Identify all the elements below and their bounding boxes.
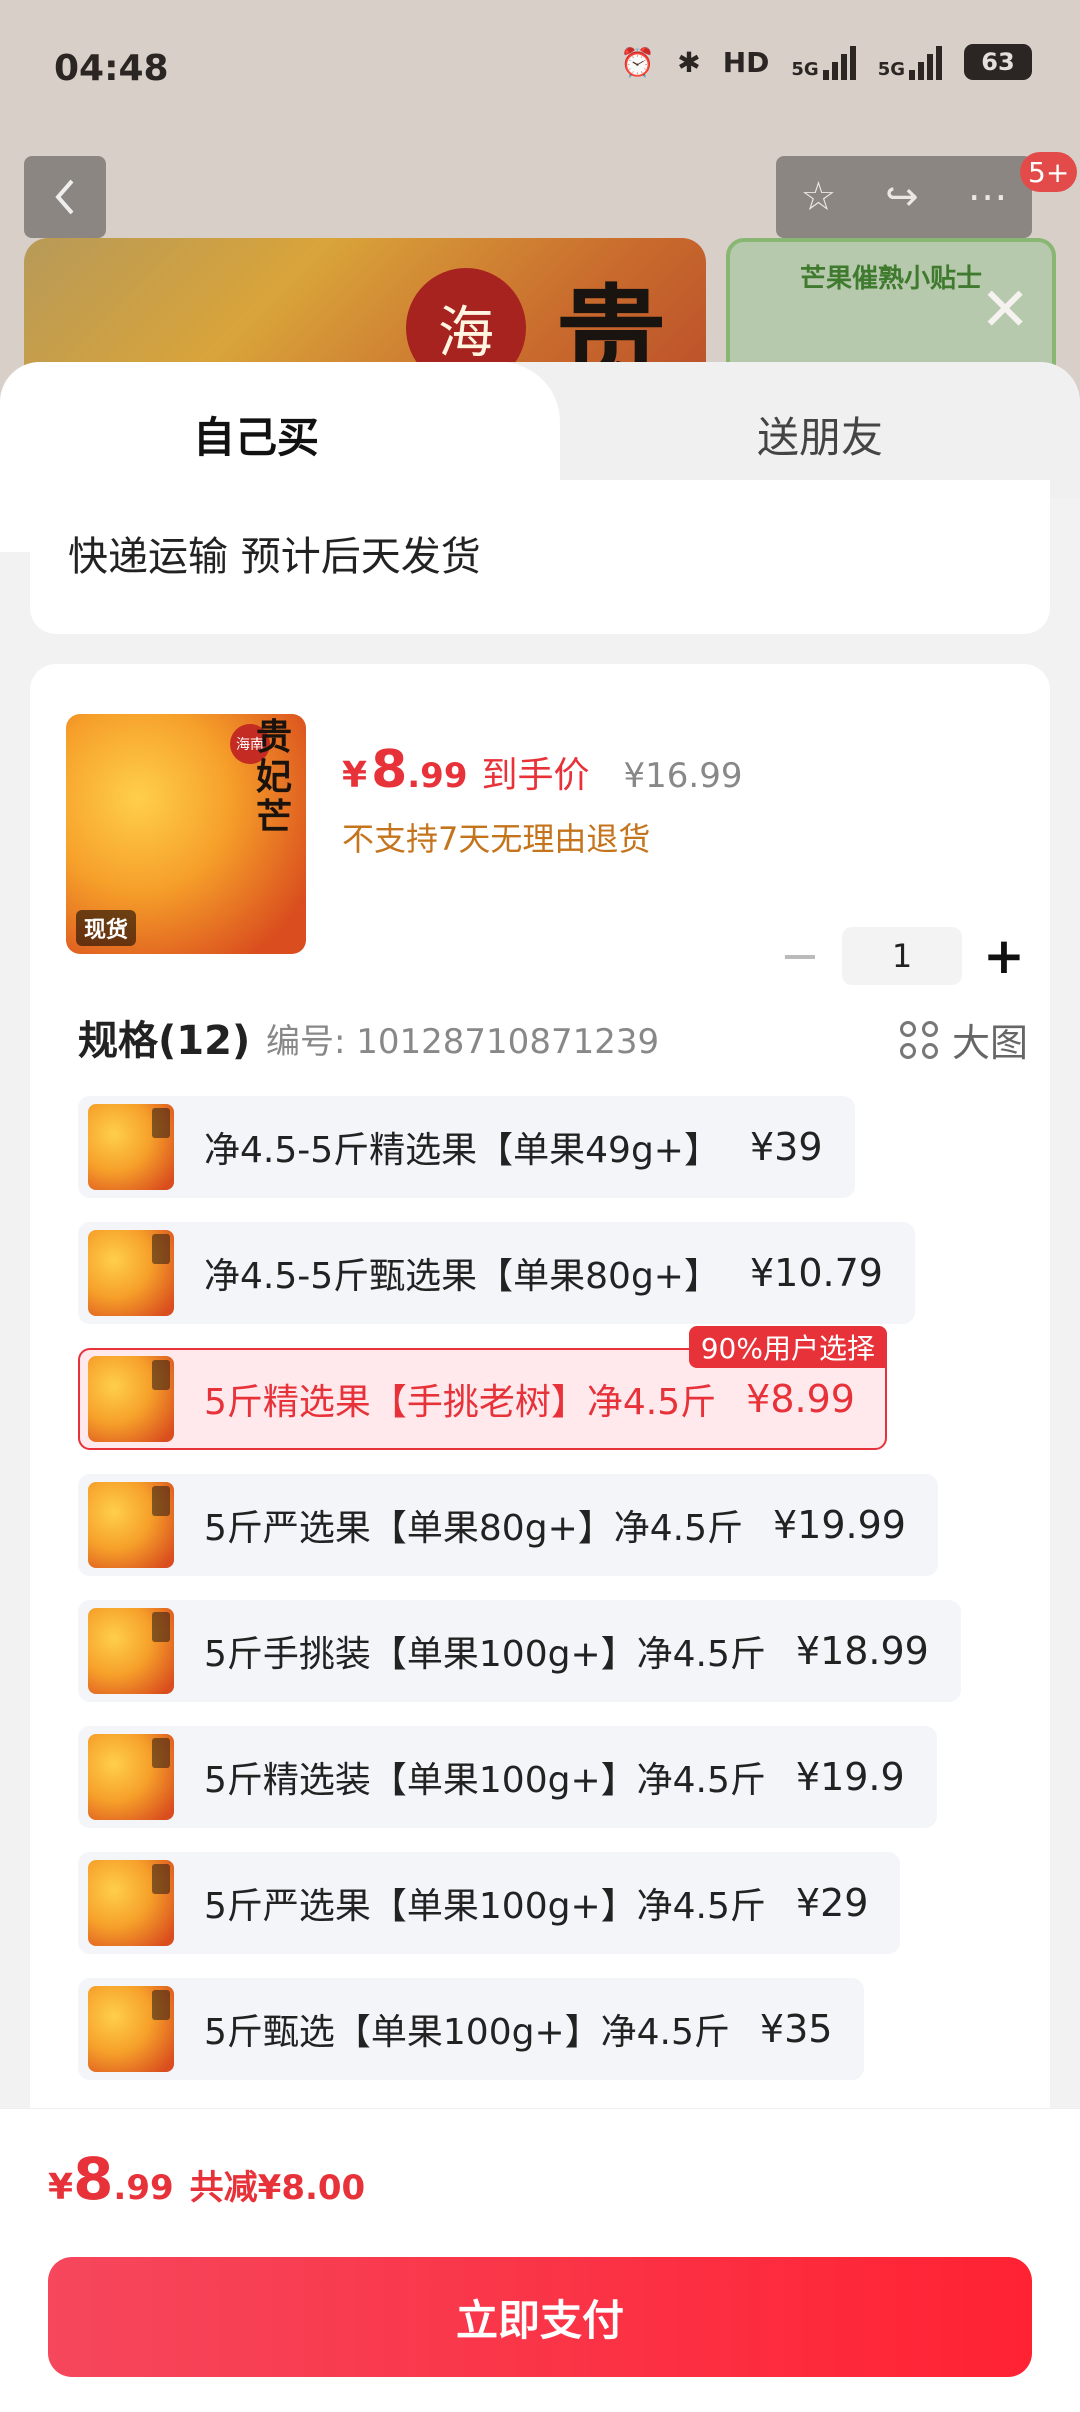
spec-option-price: ¥19.99 bbox=[772, 1503, 906, 1547]
purchase-sheet: 自己买 送朋友 快递运输 预计后天发货 海南 贵妃芒 现货 ¥ 8 .99 到手… bbox=[0, 362, 1080, 2412]
close-icon[interactable]: ✕ bbox=[980, 280, 1030, 340]
spec-option-name: 净4.5-5斤精选果【单果49g+】 bbox=[204, 1130, 720, 1171]
total-price: ¥ 8 .99 共减¥8.00 bbox=[48, 2145, 365, 2213]
spec-option-price: ¥39 bbox=[749, 1125, 823, 1169]
signal-5g-icon: 5G bbox=[791, 44, 856, 80]
spec-option-image bbox=[88, 1482, 174, 1568]
spec-option[interactable]: 净4.5-5斤精选果【单果49g+】 ¥39 bbox=[78, 1096, 855, 1198]
shipping-card: 快递运输 预计后天发货 bbox=[30, 480, 1050, 634]
tab-self-buy[interactable]: 自己买 bbox=[0, 404, 512, 465]
increase-button[interactable]: + bbox=[974, 926, 1034, 986]
spec-option-name: 5斤精选果【手挑老树】净4.5斤 bbox=[204, 1382, 717, 1423]
spec-option-name: 5斤严选果【单果80g+】净4.5斤 bbox=[204, 1508, 743, 1549]
price-currency: ¥ bbox=[342, 755, 368, 796]
quantity-input[interactable]: 1 bbox=[842, 927, 962, 985]
spec-option-image bbox=[88, 1734, 174, 1820]
total-decimal: .99 bbox=[113, 2168, 174, 2208]
product-code: 编号: 10128710871239 bbox=[266, 1022, 660, 1062]
spec-option-image bbox=[88, 1230, 174, 1316]
signal-5g-icon: 5G bbox=[878, 44, 942, 80]
spec-option-image bbox=[88, 1104, 174, 1190]
decrease-button[interactable]: − bbox=[770, 926, 830, 986]
price-decimal: .99 bbox=[407, 756, 468, 796]
star-icon[interactable]: ☆ bbox=[800, 174, 836, 220]
back-button[interactable] bbox=[24, 156, 106, 238]
spec-option-price: ¥18.99 bbox=[795, 1629, 929, 1673]
spec-option-price: ¥29 bbox=[795, 1881, 869, 1925]
shipping-text: 快递运输 预计后天发货 bbox=[68, 534, 481, 580]
popular-choice-badge: 90%用户选择 bbox=[688, 1326, 887, 1368]
chevron-left-icon bbox=[55, 179, 74, 215]
spec-option-price: ¥19.9 bbox=[795, 1755, 905, 1799]
spec-option[interactable]: 5斤手挑装【单果100g+】净4.5斤 ¥18.99 bbox=[78, 1600, 961, 1702]
spec-option-image bbox=[88, 1608, 174, 1694]
top-actions: ☆ ↪ ⋯ bbox=[776, 156, 1032, 238]
alarm-icon: ⏰ bbox=[620, 45, 656, 79]
total-saving: 共减¥8.00 bbox=[189, 2168, 366, 2208]
pay-now-button[interactable]: 立即支付 bbox=[48, 2257, 1032, 2377]
spec-option-name: 净4.5-5斤甄选果【单果80g+】 bbox=[204, 1256, 720, 1297]
spec-list: 净4.5-5斤精选果【单果49g+】 ¥39 净4.5-5斤甄选果【单果80g+】 ¥… bbox=[78, 1096, 1038, 2104]
status-icons: ⏰ ✱ HD 5G 5G 63 bbox=[620, 44, 1032, 80]
tab-gift-friend[interactable]: 送朋友 bbox=[560, 404, 1080, 465]
status-time: 04:48 bbox=[54, 48, 169, 89]
thumb-name: 贵妃芒 bbox=[256, 717, 293, 838]
big-view-button[interactable]: 大图 bbox=[899, 1012, 1028, 1067]
price-tag: 到手价 bbox=[481, 755, 590, 796]
spec-title: 规格(12) bbox=[78, 1018, 251, 1064]
spec-option[interactable]: 5斤精选果【手挑老树】净4.5斤 ¥8.99 90%用户选择 bbox=[78, 1326, 887, 1450]
network-label: 5G bbox=[877, 59, 905, 80]
bluetooth-icon: ✱ bbox=[677, 45, 701, 79]
return-policy: 不支持7天无理由退货 bbox=[342, 820, 651, 858]
notification-badge: 5+ bbox=[1020, 152, 1078, 192]
spec-option-name: 5斤严选果【单果100g+】净4.5斤 bbox=[204, 1886, 766, 1927]
spec-header: 规格(12) 编号: 10128710871239 大图 bbox=[78, 1008, 1028, 1068]
product-thumbnail[interactable]: 海南 贵妃芒 现货 bbox=[66, 714, 306, 954]
big-view-label: 大图 bbox=[951, 1021, 1028, 1065]
network-label: 5G bbox=[791, 59, 819, 80]
grid-icon bbox=[899, 1020, 938, 1059]
purchase-tabs: 自己买 送朋友 bbox=[0, 362, 1080, 552]
spec-option[interactable]: 净4.5-5斤甄选果【单果80g+】 ¥10.79 bbox=[78, 1222, 915, 1324]
checkout-bar: ¥ 8 .99 共减¥8.00 立即支付 bbox=[0, 2108, 1080, 2412]
spec-option-image bbox=[88, 1860, 174, 1946]
spec-option[interactable]: 5斤甄选【单果100g+】净4.5斤 ¥35 bbox=[78, 1978, 865, 2080]
spec-option-name: 5斤甄选【单果100g+】净4.5斤 bbox=[204, 2012, 730, 2053]
spec-option-image bbox=[88, 1356, 174, 1442]
status-bar: 04:48 ⏰ ✱ HD 5G 5G 63 bbox=[0, 0, 1080, 140]
spec-option-name: 5斤手挑装【单果100g+】净4.5斤 bbox=[204, 1634, 766, 1675]
total-currency: ¥ bbox=[48, 2167, 74, 2208]
spec-option-image bbox=[88, 1986, 174, 2072]
thumb-tag: 现货 bbox=[76, 910, 137, 946]
more-icon[interactable]: ⋯ bbox=[968, 174, 1008, 220]
spec-option[interactable]: 5斤严选果【单果80g+】净4.5斤 ¥19.99 bbox=[78, 1474, 938, 1576]
spec-option-name: 5斤精选装【单果100g+】净4.5斤 bbox=[204, 1760, 766, 1801]
spec-option-price: ¥35 bbox=[759, 2007, 833, 2051]
spec-option[interactable]: 5斤精选装【单果100g+】净4.5斤 ¥19.9 bbox=[78, 1726, 937, 1828]
spec-option-price: ¥10.79 bbox=[749, 1251, 883, 1295]
original-price: ¥16.99 bbox=[623, 756, 743, 796]
total-integer: 8 bbox=[73, 2145, 114, 2213]
hd-icon: HD bbox=[722, 45, 770, 79]
spec-option-price: ¥8.99 bbox=[746, 1377, 855, 1421]
background-product-page: 04:48 ⏰ ✱ HD 5G 5G 63 ☆ ↪ ⋯ 5+ 海 贵 芒果催熟小… bbox=[0, 0, 1080, 420]
price-line: ¥ 8 .99 到手价 ¥16.99 bbox=[342, 740, 742, 800]
share-icon[interactable]: ↪ bbox=[885, 174, 919, 220]
battery-icon: 63 bbox=[964, 44, 1032, 80]
spec-option[interactable]: 5斤严选果【单果100g+】净4.5斤 ¥29 bbox=[78, 1852, 901, 1954]
quantity-stepper: − 1 + bbox=[770, 926, 1040, 986]
price-integer: 8 bbox=[371, 740, 408, 800]
